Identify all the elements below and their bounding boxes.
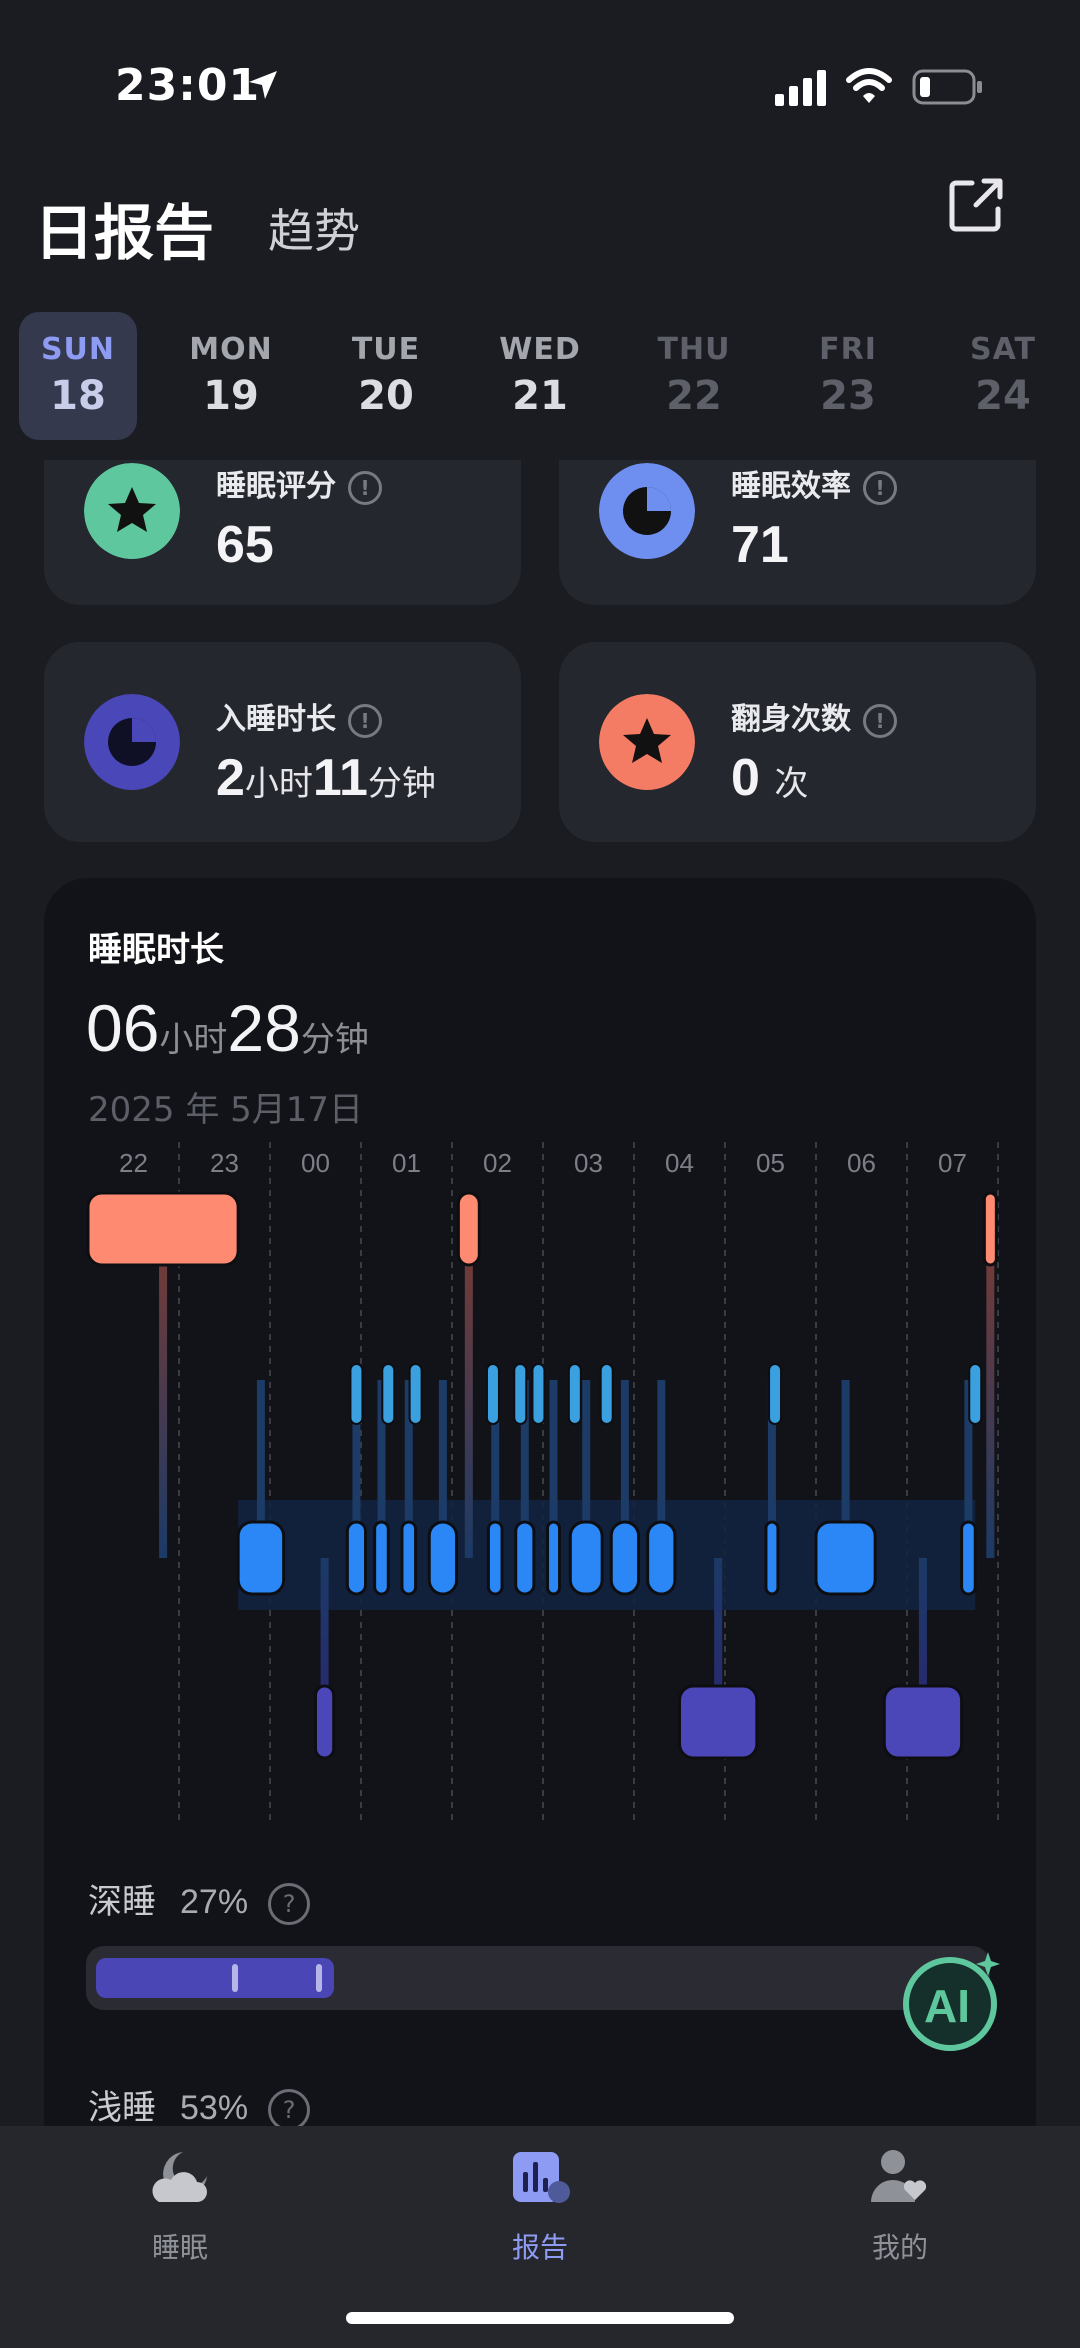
sleep-stage-chart[interactable]: 22 23 00 01 02 03 04 05 06 07: [0, 0, 1080, 1860]
sleep-segment-light: [960, 1520, 977, 1596]
svg-text:AI: AI: [924, 1980, 970, 2032]
week-selector: SUN 18 MON 19 TUE 20 WED 21 THU 22 FRI 23 SAT 24: [0, 300, 1080, 460]
micro-wake-marker: [531, 1363, 546, 1425]
day-name: FRI: [819, 332, 877, 367]
sleep-segment-light: [236, 1520, 286, 1596]
day-name: MON: [189, 332, 273, 367]
day-name: SUN: [40, 332, 116, 367]
x-tick-label: 05: [756, 1148, 785, 1178]
micro-wake-marker: [349, 1363, 364, 1425]
bar-marker: [232, 1964, 238, 1992]
day-thu[interactable]: THU 22: [635, 312, 753, 440]
sleep-segment-light: [427, 1520, 459, 1596]
sleep-segment-light: [646, 1520, 677, 1596]
ai-assistant-button[interactable]: AI: [900, 1948, 1008, 2056]
sleep-segment-light: [486, 1520, 504, 1596]
x-tick-label: 22: [119, 1148, 148, 1178]
day-date: 21: [512, 373, 568, 419]
user-heart-icon: [871, 2150, 927, 2202]
micro-wake-marker: [381, 1363, 396, 1425]
deep-sleep-bar-fill: [96, 1958, 334, 1998]
sleep-segment-deep: [882, 1684, 964, 1760]
sleep-segment-light: [764, 1520, 780, 1596]
sleep-segment-awake: [982, 1191, 998, 1267]
sleep-segment-awake: [86, 1191, 240, 1267]
day-date: 22: [666, 373, 722, 419]
x-tick-label: 03: [574, 1148, 603, 1178]
x-tick-label: 01: [392, 1148, 421, 1178]
day-name: TUE: [351, 332, 421, 367]
sleep-segment-light: [345, 1520, 368, 1596]
report-chart-icon: [513, 2152, 570, 2203]
sleep-segment-light: [373, 1520, 390, 1596]
sleep-segment-light: [814, 1520, 877, 1596]
stage-connector: [159, 1229, 168, 1558]
stage-connector: [464, 1229, 473, 1558]
x-tick-label: 23: [210, 1148, 239, 1178]
sleep-segment-light: [546, 1520, 562, 1596]
sleep-segment-light: [514, 1520, 536, 1596]
stage-connector: [986, 1229, 995, 1558]
x-tick-label: 04: [665, 1148, 694, 1178]
day-name: SAT: [970, 332, 1036, 367]
micro-wake-marker: [567, 1363, 582, 1425]
sleep-segment-light: [400, 1520, 418, 1596]
x-tick-label: 02: [483, 1148, 512, 1178]
micro-wake-marker: [968, 1363, 983, 1425]
moon-cloud-icon: [152, 2152, 207, 2202]
stage-row-deep: 深睡 27%?: [88, 1874, 311, 1925]
micro-wake-marker: [485, 1363, 500, 1425]
day-date: 18: [50, 373, 106, 419]
day-sat[interactable]: SAT 24: [944, 312, 1062, 440]
day-wed[interactable]: WED 21: [481, 312, 599, 440]
day-tue[interactable]: TUE 20: [327, 312, 445, 440]
home-indicator: [346, 2312, 734, 2324]
x-tick-label: 07: [938, 1148, 967, 1178]
bar-marker: [316, 1964, 322, 1992]
sleep-segment-light: [568, 1520, 604, 1596]
sleep-segment-deep: [314, 1684, 336, 1760]
x-tick-label: 06: [847, 1148, 876, 1178]
day-name: THU: [657, 332, 731, 367]
sleep-segment-light: [609, 1520, 641, 1596]
day-fri[interactable]: FRI 23: [789, 312, 907, 440]
day-sun[interactable]: SUN 18: [19, 312, 137, 440]
day-date: 20: [358, 373, 414, 419]
deep-sleep-bar: [86, 1946, 990, 2010]
x-tick-label: 00: [301, 1148, 330, 1178]
tab-sleep[interactable]: 睡眠: [80, 2146, 280, 2266]
stage-row-light: 浅睡 53%?: [88, 2080, 311, 2131]
tab-me[interactable]: 我的: [800, 2146, 1000, 2266]
micro-wake-marker: [513, 1363, 528, 1425]
sleep-segment-deep: [678, 1684, 759, 1760]
micro-wake-marker: [768, 1363, 783, 1425]
help-icon[interactable]: ?: [268, 2088, 311, 2131]
micro-wake-marker: [599, 1363, 614, 1425]
help-icon[interactable]: ?: [268, 1882, 311, 1925]
sleep-segment-awake: [456, 1191, 481, 1267]
day-name: WED: [499, 332, 581, 367]
day-date: 19: [203, 373, 259, 419]
day-mon[interactable]: MON 19: [172, 312, 290, 440]
day-date: 23: [820, 373, 876, 419]
tab-report[interactable]: 报告: [440, 2146, 640, 2266]
micro-wake-marker: [408, 1363, 423, 1425]
day-date: 24: [975, 373, 1031, 419]
